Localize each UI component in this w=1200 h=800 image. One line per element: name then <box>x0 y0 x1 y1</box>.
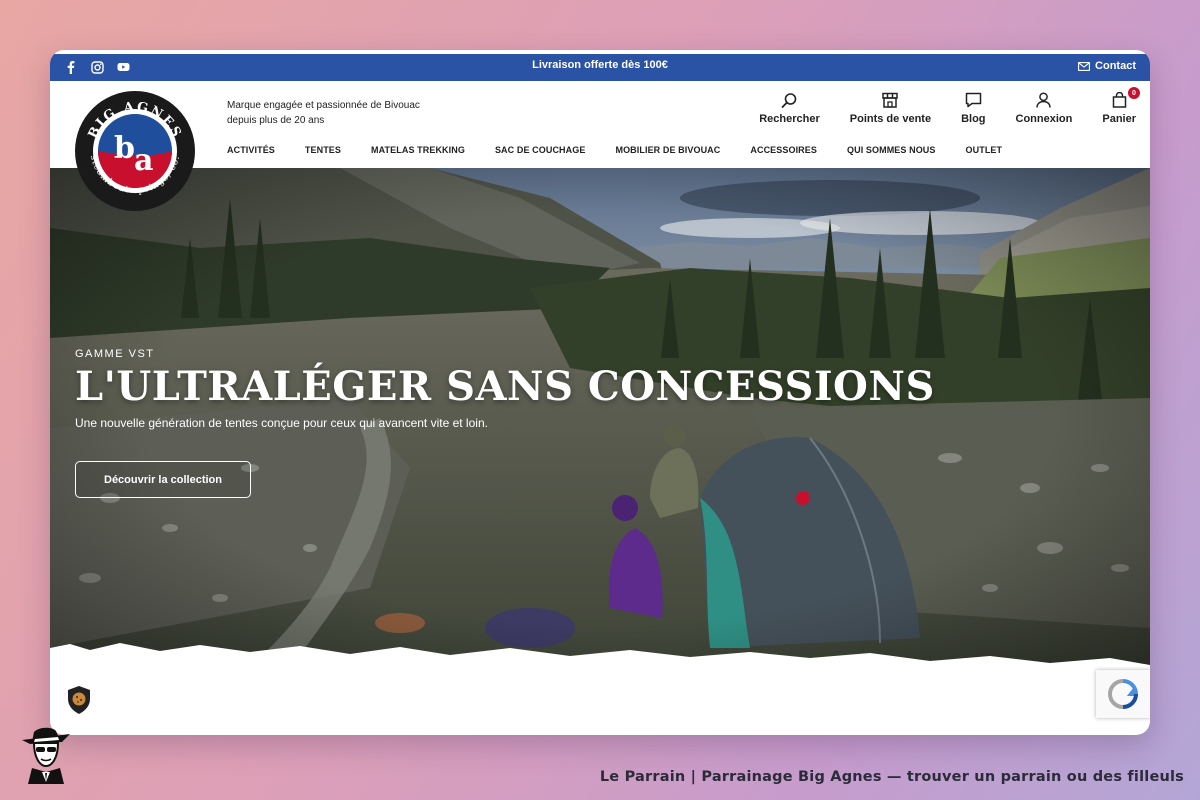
mail-icon <box>1078 61 1090 71</box>
chat-icon <box>965 92 982 108</box>
site-header: Marque engagée et passionnée de Bivouac … <box>50 81 1150 168</box>
cart-count-badge: 0 <box>1128 87 1140 99</box>
promo-banner: Livraison offerte dès 100€ <box>532 59 668 71</box>
hero-subtitle: Une nouvelle génération de tentes conçue… <box>75 416 488 430</box>
nav-item-qui-sommes-nous[interactable]: QUI SOMMES NOUS <box>847 145 936 155</box>
le-parrain-mascot-icon <box>22 727 70 784</box>
blog-label: Blog <box>961 113 986 125</box>
nav-item-mobilier[interactable]: MOBILIER DE BIVOUAC <box>615 145 720 155</box>
cart-label: Panier <box>1102 113 1136 125</box>
login-button[interactable]: Connexion <box>1015 91 1073 125</box>
svg-text:a: a <box>134 143 153 178</box>
nav-item-outlet[interactable]: OUTLET <box>966 145 1003 155</box>
hero-text: GAMME VST L'ULTRALÉGER SANS CONCESSIONS … <box>75 348 935 430</box>
nav-item-activites[interactable]: ACTIVITÉS <box>227 145 275 155</box>
blog-button[interactable]: Blog <box>961 91 986 125</box>
tagline-line-1: Marque engagée et passionnée de Bivouac <box>227 100 420 111</box>
user-icon <box>1036 92 1052 108</box>
search-label: Rechercher <box>759 113 820 125</box>
header-actions: Rechercher Points de vente Blog Connexio… <box>759 87 1140 125</box>
nav-item-accessoires[interactable]: ACCESSOIRES <box>750 145 817 155</box>
nav-item-tentes[interactable]: TENTES <box>305 145 341 155</box>
hero-headline: L'ULTRALÉGER SANS CONCESSIONS <box>75 363 935 410</box>
nav-item-matelas[interactable]: MATELAS TREKKING <box>371 145 465 155</box>
brand-tagline: Marque engagée et passionnée de Bivouac … <box>227 98 427 128</box>
main-nav: ACTIVITÉS TENTES MATELAS TREKKING SAC DE… <box>227 145 1032 155</box>
stores-label: Points de vente <box>849 113 932 125</box>
top-bar: Livraison offerte dès 100€ Contact <box>50 54 1150 81</box>
cart-button[interactable]: 0 Panier <box>1102 87 1140 125</box>
hero-banner: GAMME VST L'ULTRALÉGER SANS CONCESSIONS … <box>50 168 1150 668</box>
cookie-settings-button[interactable] <box>66 685 92 715</box>
store-icon <box>882 92 899 108</box>
stores-button[interactable]: Points de vente <box>850 91 931 125</box>
browser-window: Livraison offerte dès 100€ Contact Marqu… <box>50 50 1150 735</box>
login-label: Connexion <box>1015 113 1073 125</box>
discover-collection-button[interactable]: Découvrir la collection <box>75 461 251 498</box>
nav-item-sac-couchage[interactable]: SAC DE COUCHAGE <box>495 145 586 155</box>
contact-label: Contact <box>1095 60 1136 72</box>
hero-kicker: GAMME VST <box>75 348 155 360</box>
search-button[interactable]: Rechercher <box>759 91 820 125</box>
svg-text:b: b <box>114 131 135 166</box>
big-agnes-logo[interactable]: b a BIG AGNES steamboat springs, co. <box>74 90 196 212</box>
tagline-line-2: depuis plus de 20 ans <box>227 115 325 126</box>
recaptcha-icon <box>1107 679 1139 709</box>
recaptcha-badge[interactable] <box>1096 670 1150 718</box>
bag-icon <box>1112 92 1126 108</box>
cookie-shield-icon <box>68 686 90 714</box>
search-icon <box>781 92 797 108</box>
page-caption: Le Parrain | Parrainage Big Agnes — trou… <box>599 769 1184 785</box>
contact-link[interactable]: Contact <box>1078 60 1136 72</box>
